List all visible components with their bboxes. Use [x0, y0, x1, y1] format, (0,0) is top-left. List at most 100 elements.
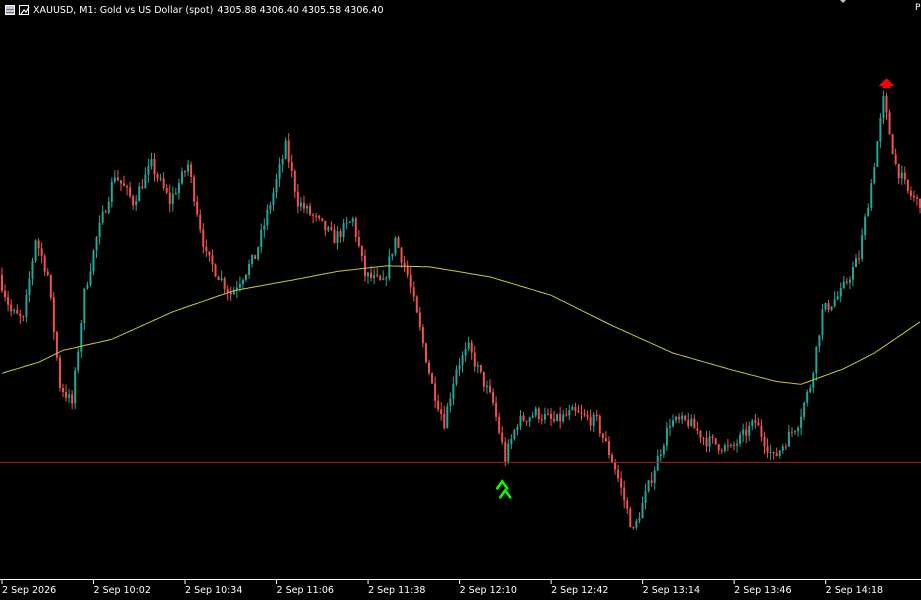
candle-body [251, 254, 254, 264]
candle-body [772, 451, 775, 454]
chart-type-icon[interactable] [19, 5, 30, 15]
candle-body [787, 431, 790, 447]
candle-body [211, 255, 214, 265]
corner-label: P [915, 3, 921, 13]
candle-body [839, 288, 842, 297]
candle-body [696, 428, 699, 431]
candle-body [217, 276, 220, 281]
candle-body [397, 237, 400, 248]
panel-toggle-icon[interactable] [838, 0, 848, 3]
candle-body [824, 303, 827, 310]
candle-body [550, 414, 552, 419]
candle-body [98, 222, 101, 238]
candle-body [123, 183, 125, 187]
candle-body [848, 279, 851, 283]
candle-body [257, 247, 260, 260]
candle-body [321, 218, 324, 221]
candle-body [159, 178, 162, 180]
candle-body [790, 431, 793, 433]
candle-body [241, 279, 244, 285]
candle-body [595, 414, 598, 417]
candle-body [729, 444, 732, 446]
candle-body [223, 278, 226, 289]
candle-body [415, 296, 418, 313]
candle-body [540, 419, 543, 421]
candle-body [165, 187, 168, 193]
candle-body [916, 197, 918, 199]
candle-body [119, 180, 122, 184]
table-icon[interactable] [5, 5, 15, 15]
candle-body [269, 205, 272, 210]
x-tick-label: 2 Sep 11:06 [277, 585, 334, 596]
candle-body [62, 387, 64, 392]
candle-body [855, 258, 857, 268]
candle-body [238, 284, 241, 288]
candle-body [132, 196, 135, 206]
candle-body [485, 385, 488, 387]
x-tick-label: 2 Sep 10:34 [185, 585, 242, 596]
candle-body [873, 167, 876, 184]
candle-body [733, 444, 735, 446]
candle-body [248, 263, 251, 275]
candle-body [275, 178, 278, 193]
candle-body [522, 415, 525, 421]
candle-body [711, 436, 714, 439]
candle-body [342, 223, 345, 237]
candle-body [464, 348, 467, 356]
candle-body [245, 274, 247, 280]
candle-body [193, 176, 196, 202]
candle-body [296, 191, 299, 207]
candle-body [797, 427, 800, 432]
candle-body [446, 406, 449, 429]
candle-body [690, 418, 693, 426]
candle-body [330, 227, 333, 230]
candle-body [742, 429, 745, 435]
candle-body [800, 416, 803, 428]
x-tick-label: 2 Sep 13:14 [643, 585, 700, 596]
candle-body [641, 502, 644, 519]
candle-body [461, 355, 464, 366]
candle-body [418, 312, 421, 328]
candle-body [171, 193, 174, 205]
candle-body [635, 520, 638, 528]
candle-body [68, 394, 71, 398]
candle-body [815, 346, 818, 374]
candle-body [101, 211, 104, 223]
price-chart[interactable]: 2 Sep 2026 2 Sep 10:02 2 Sep 10:34 2 Sep 11… [0, 0, 921, 600]
candle-body [653, 470, 656, 483]
candle-body [699, 430, 702, 438]
candle-body [748, 426, 751, 436]
candle-body [830, 306, 833, 310]
candle-body [479, 365, 482, 372]
candle-body [363, 256, 366, 277]
candle-body [754, 420, 757, 423]
candle-body [284, 140, 287, 159]
candle-body [129, 187, 132, 197]
candle-body [147, 166, 150, 175]
candle-body [315, 215, 318, 217]
x-tick-label: 2 Sep 11:38 [368, 585, 425, 596]
candle-body [647, 480, 650, 492]
candle-body [278, 164, 281, 179]
candle-body [757, 422, 760, 426]
candle-body [254, 254, 257, 260]
candle-body [382, 278, 385, 280]
candle-body [604, 438, 607, 442]
candle-body [400, 247, 403, 263]
candle-body [778, 450, 781, 456]
candle-body [897, 163, 900, 179]
candle-body [162, 178, 165, 188]
candle-body [373, 274, 376, 279]
candle-body [22, 316, 25, 318]
candle-body [644, 491, 647, 503]
candle-body [177, 183, 180, 194]
candle-body [25, 294, 28, 317]
candle-body [370, 272, 373, 279]
candle-body [858, 258, 861, 260]
buy-arrow-icon [498, 488, 512, 499]
candle-body [421, 327, 424, 344]
candle-body [327, 227, 330, 231]
candle-body [202, 229, 205, 247]
candle-body [861, 235, 864, 259]
candle-body [318, 215, 321, 219]
